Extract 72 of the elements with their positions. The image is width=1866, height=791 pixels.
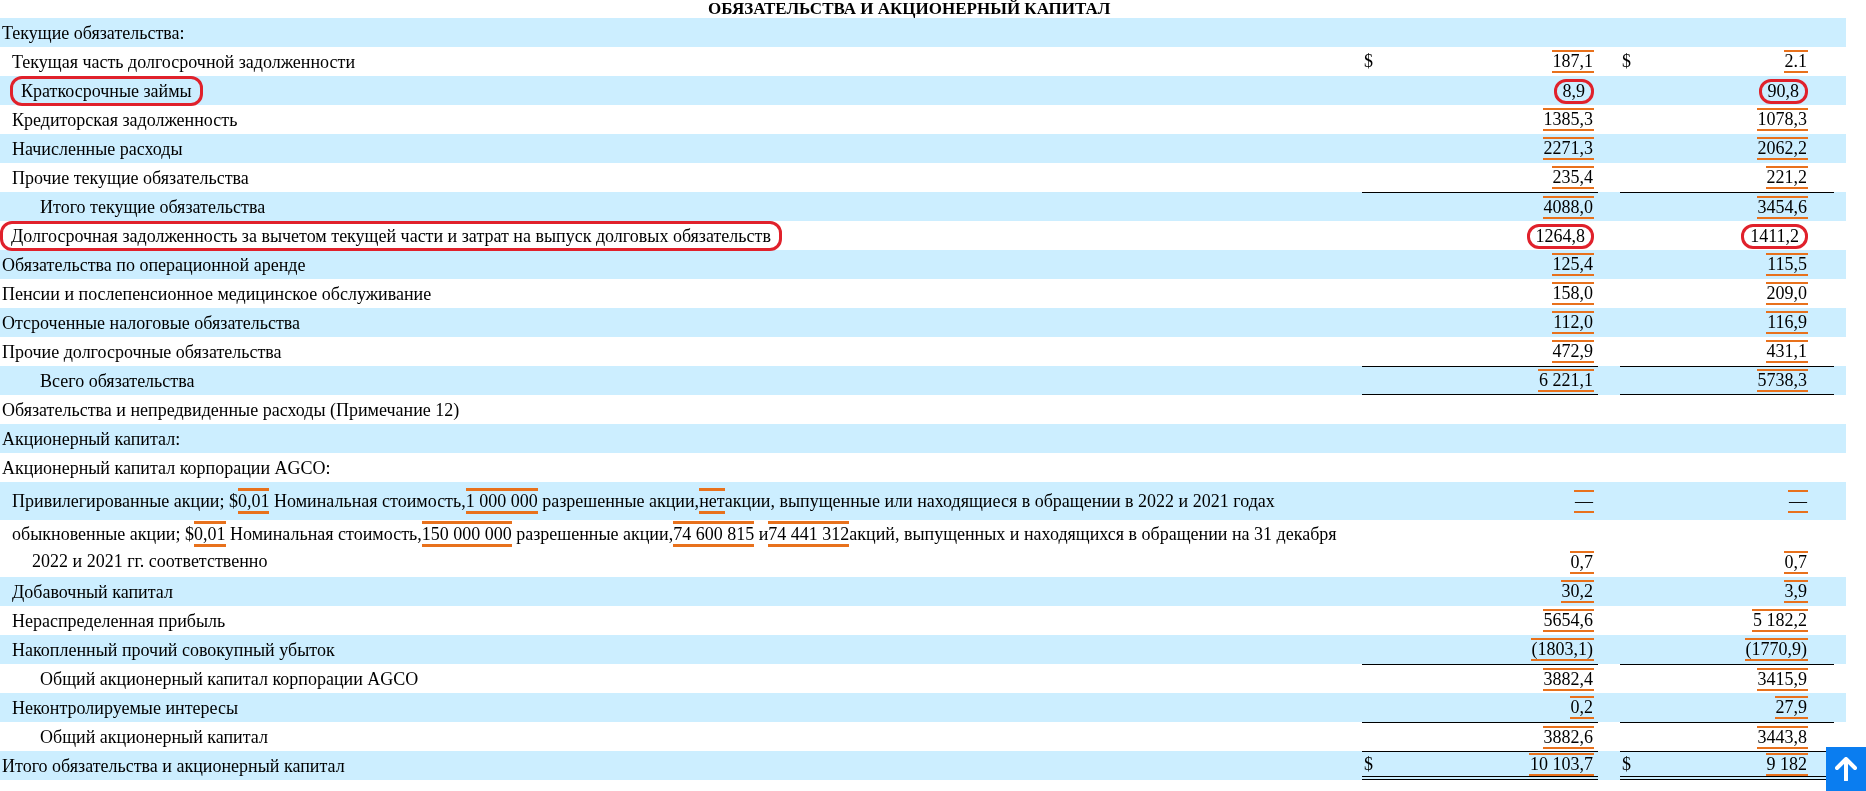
amount: 431,1 [1765,340,1808,363]
row-label: Накопленный прочий совокупный убыток [11,638,336,661]
row-label: Текущая часть долгосрочной задолженности [11,50,357,73]
row-label: Акционерный капитал корпорации AGCO: [1,456,332,479]
amount: 158,0 [1551,282,1594,305]
amount: 187,1 [1551,50,1594,73]
amount: 5654,6 [1542,609,1594,632]
amount: 115,5 [1766,253,1808,276]
row-label: Текущие обязательства: [1,21,186,44]
row-label: Всего обязательства [39,369,196,392]
amount: 5 182,2 [1752,609,1808,632]
row-label: Добавочный капитал [11,580,174,603]
amount: 2271,3 [1542,137,1594,160]
amount: 1078,3 [1756,108,1808,131]
currency-sign: $ [1363,753,1373,775]
row-label: Кредиторская задолженность [11,108,239,131]
amount: 235,4 [1551,166,1594,189]
amount: 0,7 [1569,551,1594,574]
row-label: Краткосрочные займы [10,76,203,106]
row-label: Акционерный капитал: [1,427,182,450]
amount: 90,8 [1758,78,1808,104]
amount: — [1788,489,1808,513]
amount: (1770,9) [1744,638,1808,661]
amount: 3882,4 [1542,667,1594,691]
row-label: Прочие текущие обязательства [11,166,250,189]
row-label: Обязательства и непредвиденные расходы (Примечание 12) [1,398,461,421]
amount: 5738,3 [1756,369,1808,392]
currency-sign: $ [1621,51,1631,72]
amount: 116,9 [1766,311,1808,334]
share-description: обыкновенные акции; $0,01 Номинальная стоимость,150 000 000 разрешенные акции,74 600 815 и74 441 312акций, выпущенных и находящихся в обращении на 31 декабря 2022 и 2021 гг. соответственно [0,521,1362,577]
amount: 472,9 [1551,340,1594,363]
amount: 0,7 [1783,551,1808,574]
amount: (1803,1) [1530,638,1594,661]
amount: 4088,0 [1542,195,1594,219]
row-label: Прочие долгосрочные обязательства [1,340,283,363]
amount: 112,0 [1552,311,1594,334]
row-label: Общий акционерный капитал корпорации AGCO [39,667,420,690]
row-label: Пенсии и послепенсионное медицинское обслуживание [1,282,433,305]
scroll-to-top-button[interactable] [1826,747,1866,791]
arrow-up-icon [1835,757,1857,781]
amount: — [1574,489,1594,513]
row-label: Общий акционерный капитал [39,725,269,748]
amount: 3415,9 [1756,667,1808,691]
amount: 10 103,7 [1529,752,1594,776]
row-label: Начисленные расходы [11,137,184,160]
amount: 30,2 [1560,580,1594,603]
row-label: Нераспределенная прибыль [11,609,227,632]
row-label: Обязательства по операционной аренде [1,253,307,276]
share-description: Привилегированные акции; $0,01 Номинальная стоимость,1 000 000 разрешенные акции,нетакции, выпущенные или находящиеся в обращении в 2022 и 2021 годах [0,487,1362,515]
amount: 8,9 [1553,78,1594,104]
amount: 125,4 [1551,253,1594,276]
amount: 2.1 [1783,50,1808,73]
row-label: Итого текущие обязательства [39,195,267,218]
amount: 3,9 [1783,580,1808,603]
row-label: Итого обязательства и акционерный капитал [1,754,346,777]
currency-sign: $ [1621,753,1631,775]
amount: 0,2 [1569,696,1594,719]
amount: 3882,6 [1542,725,1594,749]
currency-sign: $ [1363,51,1373,72]
row-label: Отсроченные налоговые обязательства [1,311,302,334]
amount: 9 182 [1765,752,1808,776]
amount: 2062,2 [1756,137,1808,160]
amount: 3454,6 [1756,195,1808,219]
row-label: Неконтролируемые интересы [11,696,240,719]
amount: 209,0 [1765,282,1808,305]
amount: 6 221,1 [1538,369,1594,392]
amount: 27,9 [1774,696,1808,719]
amount: 221,2 [1765,166,1808,189]
amount: 1385,3 [1542,108,1594,131]
section-title: ОБЯЗАТЕЛЬСТВА И АКЦИОНЕРНЫЙ КАПИТАЛ [707,0,1111,18]
row-label: Долгосрочная задолженность за вычетом текущей части и затрат на выпуск долговых обязательств [0,221,782,251]
amount: 3443,8 [1756,725,1808,749]
